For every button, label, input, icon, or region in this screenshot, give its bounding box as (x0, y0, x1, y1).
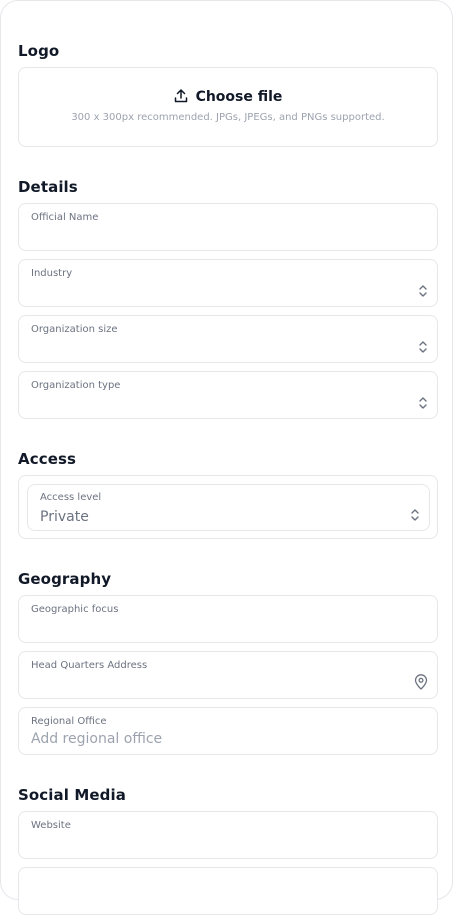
official-name-field[interactable]: Official Name (18, 203, 438, 251)
website-label: Website (31, 820, 71, 831)
industry-label: Industry (31, 268, 73, 279)
form-card: Logo Choose file 300 x 300px recommended… (0, 0, 453, 915)
access-level-value: Private (40, 509, 89, 525)
choose-file-label: Choose file (195, 89, 283, 105)
official-name-label: Official Name (31, 212, 99, 223)
access-container: Access level Private (18, 475, 438, 539)
organization-type-select[interactable]: Organization type (18, 371, 438, 419)
next-social-field[interactable] (18, 867, 438, 915)
map-pin-icon (414, 674, 428, 690)
section-title-access: Access (18, 450, 77, 468)
chevron-up-down-icon (419, 285, 427, 297)
chevron-up-down-icon (411, 509, 419, 521)
upload-hint: 300 x 300px recommended. JPGs, JPEGs, an… (71, 112, 385, 123)
organization-size-label: Organization size (31, 324, 118, 335)
upload-icon (174, 89, 187, 103)
choose-file-button[interactable]: Choose file (19, 89, 437, 105)
section-title-geography: Geography (18, 570, 112, 588)
regional-office-label: Regional Office (31, 716, 107, 727)
chevron-up-down-icon (419, 341, 427, 353)
industry-select[interactable]: Industry (18, 259, 438, 307)
geographic-focus-label: Geographic focus (31, 604, 119, 615)
logo-upload-dropzone[interactable]: Choose file 300 x 300px recommended. JPG… (18, 67, 438, 147)
section-title-social-media: Social Media (18, 786, 126, 804)
section-title-details: Details (18, 178, 78, 196)
hq-address-field[interactable]: Head Quarters Address (18, 651, 438, 699)
regional-office-input[interactable]: Add regional office (31, 731, 162, 747)
organization-type-label: Organization type (31, 380, 121, 391)
regional-office-field[interactable]: Regional Office Add regional office (18, 707, 438, 755)
access-level-select[interactable]: Access level Private (27, 484, 430, 531)
geographic-focus-field[interactable]: Geographic focus (18, 595, 438, 643)
hq-address-label: Head Quarters Address (31, 660, 148, 671)
organization-size-select[interactable]: Organization size (18, 315, 438, 363)
chevron-up-down-icon (419, 397, 427, 409)
section-title-logo: Logo (18, 42, 60, 60)
access-level-label: Access level (40, 492, 102, 503)
website-field[interactable]: Website (18, 811, 438, 859)
